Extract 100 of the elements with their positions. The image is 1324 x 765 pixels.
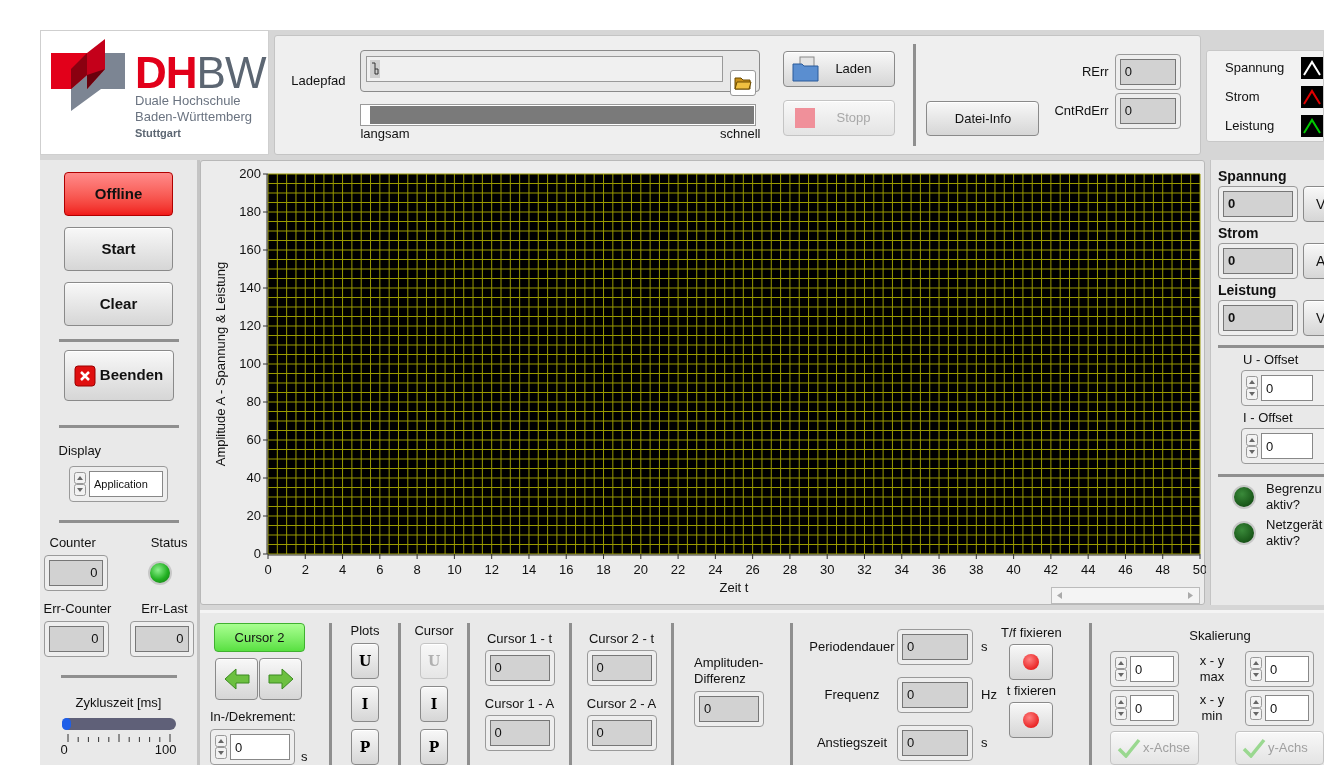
value-display: 0 <box>897 677 973 713</box>
numeric-control[interactable]: Application <box>69 466 168 502</box>
logo-subtitle: Duale Hochschule Baden-Württemberg <box>135 93 254 125</box>
value-display: 0 <box>1218 300 1298 336</box>
fix-button[interactable] <box>1009 644 1054 680</box>
label: Frequenz <box>823 687 881 703</box>
numeric-control[interactable]: 0 <box>1110 690 1179 726</box>
input-field[interactable]: 0 <box>230 734 290 760</box>
x-tick-label: 36 <box>931 562 947 577</box>
quit-button[interactable]: Beenden <box>63 350 174 401</box>
x-tick-label: 44 <box>1080 562 1096 577</box>
x-tick-label: 46 <box>1118 562 1133 577</box>
label: Ladepfad <box>291 73 346 88</box>
value-display: 0 <box>484 650 555 686</box>
numeric-control[interactable]: 0 <box>1241 370 1324 406</box>
numeric-control[interactable]: 0 <box>1241 428 1324 464</box>
speed-slider[interactable] <box>360 104 757 126</box>
close-icon <box>73 364 96 387</box>
action-button[interactable]: Clear <box>64 282 173 326</box>
input-field[interactable]: 0 <box>1130 656 1174 682</box>
toggle-button[interactable]: P <box>351 729 379 765</box>
label: Zykluszeit [ms] <box>75 695 162 710</box>
numeric-control[interactable]: 0 <box>1245 651 1314 687</box>
input-field[interactable]: 0 <box>1130 695 1174 721</box>
label: Status <box>150 535 188 551</box>
label: Cursor 1 - A <box>484 696 555 712</box>
spinner-icon[interactable] <box>1250 696 1262 720</box>
label: Netzgerät aktiv? <box>1266 517 1323 549</box>
label: Strom <box>1218 225 1260 241</box>
x-tick-label: 30 <box>819 562 835 577</box>
value-display: 0 <box>1218 243 1298 279</box>
spinner-icon[interactable] <box>74 472 86 496</box>
y-tick-label: 80 <box>246 394 261 409</box>
input-field[interactable]: 0 <box>1261 375 1313 401</box>
x-tick-label: 34 <box>894 562 909 577</box>
spinner-icon[interactable] <box>1250 657 1262 681</box>
label: langsam <box>360 126 410 142</box>
label: In-/Dekrement: <box>210 709 296 724</box>
y-axis-title: Amplitude A - Spannung & Leistung <box>213 261 228 467</box>
value-display: 0 <box>1218 186 1298 222</box>
y-tick-label: 100 <box>239 356 261 371</box>
toggle-button[interactable]: I <box>420 686 448 722</box>
load-button[interactable]: Laden <box>783 51 896 87</box>
label: Spannung <box>1218 168 1288 184</box>
spinner-icon[interactable] <box>1246 434 1258 458</box>
input-field[interactable]: 0 <box>1265 656 1309 682</box>
input-field[interactable]: 0 <box>1261 433 1313 459</box>
arrow-right-icon <box>267 668 294 690</box>
fix-button[interactable] <box>1009 702 1054 738</box>
file-info-button[interactable]: Datei-Info <box>926 101 1040 136</box>
y-tick-label: 140 <box>239 280 261 295</box>
numeric-control[interactable]: 0 <box>1110 651 1179 687</box>
next-button[interactable] <box>259 658 302 700</box>
label: x - y max <box>1198 653 1226 685</box>
label: Leistung <box>1225 118 1276 134</box>
browse-button[interactable] <box>730 70 757 96</box>
path-field[interactable] <box>360 50 761 92</box>
numeric-control[interactable]: 0 <box>1245 690 1314 726</box>
label: Cursor 2 - A <box>586 696 657 712</box>
label: Begrenzu aktiv? <box>1266 481 1322 513</box>
previous-button[interactable] <box>215 658 258 700</box>
value-display: 0 <box>897 725 973 761</box>
spinner-icon[interactable] <box>1115 657 1127 681</box>
label: s <box>981 735 989 751</box>
check-icon <box>1117 738 1141 758</box>
x-tick-label: 8 <box>413 562 421 577</box>
scroll-bar[interactable] <box>1051 587 1200 604</box>
input-field[interactable]: Application <box>89 471 163 497</box>
logo-mark-icon <box>51 39 125 111</box>
spinner-icon[interactable] <box>215 735 227 759</box>
y-tick-label: 0 <box>253 546 261 561</box>
cycle-slider[interactable] <box>61 718 176 730</box>
value-display: 0 <box>43 621 109 657</box>
label: Skalierung <box>1189 628 1251 643</box>
label: Spannung <box>1225 60 1286 76</box>
toggle-button[interactable]: U <box>351 643 379 679</box>
label: Plots <box>350 623 380 639</box>
toggle-button[interactable]: I <box>351 686 379 722</box>
spinner-icon[interactable] <box>1246 376 1258 400</box>
cursor-select-button[interactable]: Cursor 2 <box>214 623 305 652</box>
x-tick-label: 16 <box>559 562 574 577</box>
x-tick-label: 22 <box>670 562 686 577</box>
toggle-button[interactable]: P <box>420 729 448 765</box>
input-field[interactable]: 0 <box>1265 695 1309 721</box>
spinner-icon[interactable] <box>1115 696 1127 720</box>
value-display: 0 <box>1114 93 1181 129</box>
value-display: 0 <box>694 691 764 727</box>
logo-initials: DH <box>135 53 197 93</box>
offline-button[interactable]: Offline <box>64 172 173 216</box>
x-tick-label: 28 <box>782 562 798 577</box>
x-tick-label: 10 <box>447 562 462 577</box>
check-icon <box>1242 738 1266 758</box>
numeric-control[interactable]: 0 <box>210 729 295 765</box>
logo-city: Stuttgart <box>135 126 182 141</box>
x-tick-label: 2 <box>301 562 309 577</box>
x-tick-label: 48 <box>1155 562 1170 577</box>
label: 100 <box>154 742 177 758</box>
folder-icon <box>734 76 753 90</box>
x-tick-label: 0 <box>264 562 272 577</box>
action-button[interactable]: Start <box>64 227 173 271</box>
